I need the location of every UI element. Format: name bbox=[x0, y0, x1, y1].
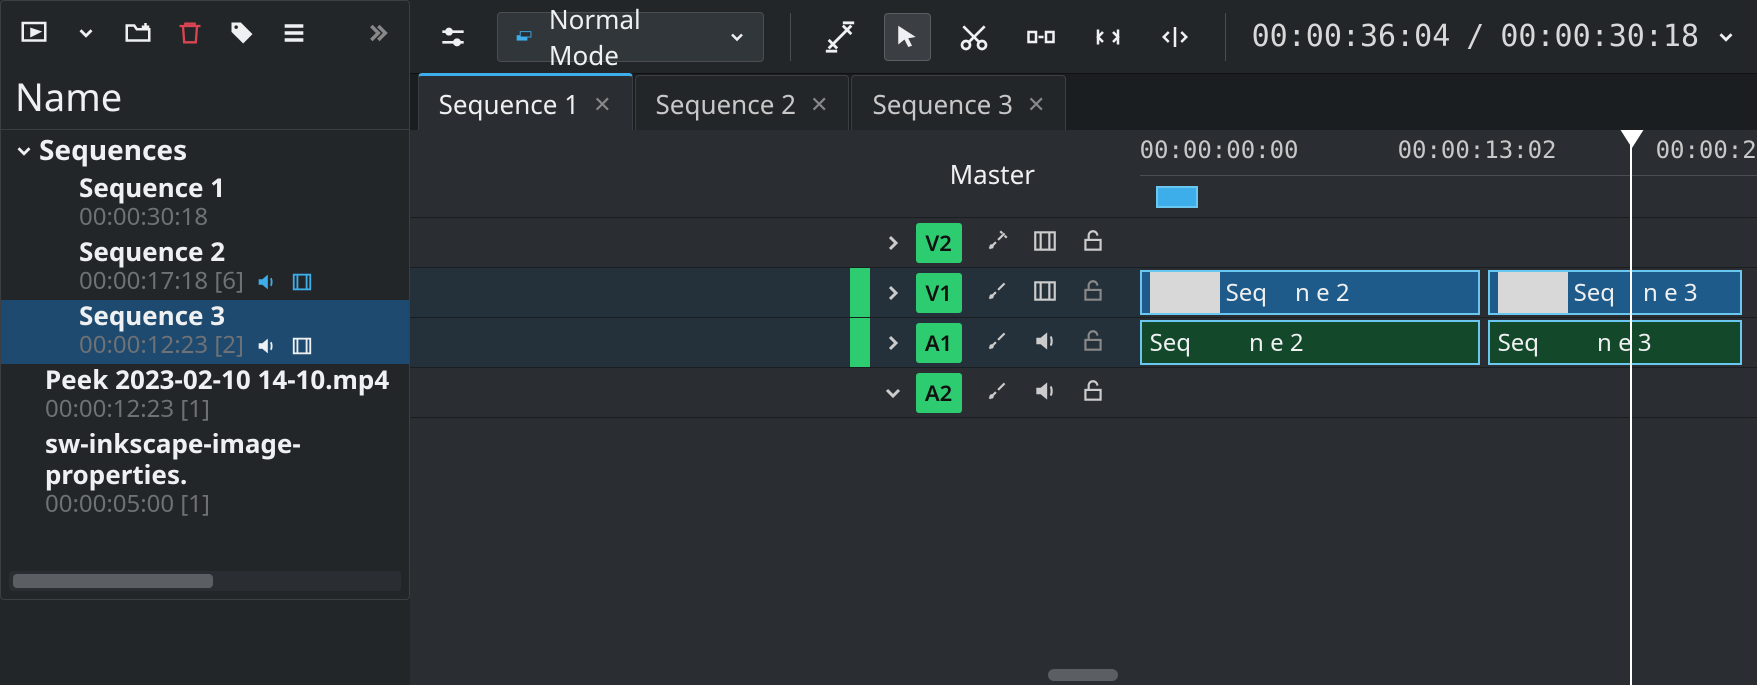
bin-item-sequence-1[interactable]: Sequence 1 00:00:30:18 bbox=[1, 172, 409, 236]
bin-item-inkscape[interactable]: sw-inkscape-image-properties. 00:00:05:0… bbox=[1, 428, 409, 523]
lock-icon[interactable] bbox=[1080, 278, 1110, 308]
track-a1-lane[interactable]: Seqn e 2 Seqn e 3 bbox=[1140, 318, 1757, 368]
bin-tree: Sequences Sequence 1 00:00:30:18 Sequenc… bbox=[1, 130, 409, 571]
track-header-a2[interactable]: A2 bbox=[410, 368, 1140, 418]
bin-horizontal-scrollbar[interactable] bbox=[9, 571, 401, 591]
video-icon bbox=[290, 271, 316, 291]
zone-marker[interactable] bbox=[1156, 186, 1198, 208]
effects-icon[interactable] bbox=[984, 328, 1014, 358]
effects-icon[interactable] bbox=[984, 228, 1014, 258]
audio-icon bbox=[254, 335, 280, 355]
expand-track-icon[interactable] bbox=[870, 331, 916, 355]
film-icon[interactable] bbox=[1032, 278, 1062, 308]
tab-sequence-2[interactable]: Sequence 2 ✕ bbox=[635, 75, 850, 130]
bin-item-sequence-3[interactable]: Sequence 3 00:00:12:23 [2] bbox=[1, 300, 409, 364]
bin-toolbar bbox=[1, 1, 409, 65]
folder-sequences[interactable]: Sequences bbox=[1, 134, 409, 172]
audio-icon bbox=[254, 271, 280, 291]
track-label[interactable]: A1 bbox=[916, 323, 962, 363]
track-label[interactable]: V1 bbox=[916, 273, 962, 313]
track-target-indicator[interactable] bbox=[850, 268, 870, 317]
track-compositing-icon[interactable] bbox=[817, 13, 864, 61]
tab-sequence-1[interactable]: Sequence 1 ✕ bbox=[418, 73, 633, 130]
collapse-track-icon[interactable] bbox=[870, 381, 916, 405]
close-icon[interactable]: ✕ bbox=[593, 89, 611, 119]
razor-tool-icon[interactable] bbox=[951, 13, 998, 61]
track-a2-lane[interactable] bbox=[1140, 368, 1757, 418]
timeline-tabs: Sequence 1 ✕ Sequence 2 ✕ Sequence 3 ✕ bbox=[410, 74, 1757, 130]
clip-seq-3-audio[interactable]: Seqn e 3 bbox=[1488, 320, 1742, 365]
separator bbox=[1225, 13, 1226, 61]
timeline-zone-bar[interactable] bbox=[1140, 176, 1757, 218]
track-headers: Master V2 V1 bbox=[410, 130, 1140, 685]
chevron-down-icon[interactable] bbox=[71, 18, 101, 48]
timeline-pane: Normal Mode 00:00:36:04 / 00:00:30:18 bbox=[410, 0, 1757, 685]
tag-icon[interactable] bbox=[227, 18, 257, 48]
slip-tool-icon[interactable] bbox=[1152, 13, 1199, 61]
speaker-icon[interactable] bbox=[1032, 378, 1062, 408]
folder-label: Sequences bbox=[39, 134, 187, 168]
chevron-down-icon[interactable] bbox=[1715, 26, 1737, 48]
film-icon[interactable] bbox=[1032, 228, 1062, 258]
spacer-tool-icon[interactable] bbox=[1018, 13, 1065, 61]
clip-monitor-icon[interactable] bbox=[19, 18, 49, 48]
timeline-canvas[interactable]: 00:00:00:00 00:00:13:02 00:00:26:0 00:00… bbox=[1140, 130, 1757, 685]
track-v2-lane[interactable] bbox=[1140, 218, 1757, 268]
clip-seq-2-audio[interactable]: Seqn e 2 bbox=[1140, 320, 1480, 365]
delete-icon[interactable] bbox=[175, 18, 205, 48]
timecode-position: 00:00:36:04 bbox=[1252, 19, 1451, 54]
tab-sequence-3[interactable]: Sequence 3 ✕ bbox=[851, 75, 1066, 130]
settings-sliders-icon[interactable] bbox=[430, 13, 477, 61]
ripple-tool-icon[interactable] bbox=[1085, 13, 1132, 61]
timeline-body: Master V2 V1 bbox=[410, 130, 1757, 685]
lock-icon[interactable] bbox=[1080, 328, 1110, 358]
track-label[interactable]: A2 bbox=[916, 373, 962, 413]
speaker-icon[interactable] bbox=[1032, 328, 1062, 358]
close-icon[interactable]: ✕ bbox=[1027, 89, 1045, 119]
effects-icon[interactable] bbox=[984, 278, 1014, 308]
timeline-toolbar: Normal Mode 00:00:36:04 / 00:00:30:18 bbox=[410, 0, 1757, 74]
add-folder-icon[interactable] bbox=[123, 18, 153, 48]
panel-resize-handle[interactable] bbox=[1048, 669, 1118, 681]
lock-icon[interactable] bbox=[1080, 228, 1110, 258]
clip-thumbnail bbox=[1150, 272, 1220, 313]
track-header-a1[interactable]: A1 bbox=[410, 318, 1140, 368]
hamburger-menu-icon[interactable] bbox=[279, 18, 309, 48]
project-bin: Name Sequences Sequence 1 00:00:30:18 Se… bbox=[0, 0, 410, 600]
master-track-header[interactable]: Master bbox=[410, 130, 1140, 218]
effects-icon[interactable] bbox=[984, 378, 1014, 408]
selection-tool[interactable] bbox=[884, 13, 931, 61]
track-header-v1[interactable]: V1 bbox=[410, 268, 1140, 318]
scrollbar-thumb[interactable] bbox=[13, 574, 213, 588]
close-icon[interactable]: ✕ bbox=[810, 89, 828, 119]
edit-mode-label: Normal Mode bbox=[549, 1, 713, 73]
bin-column-header[interactable]: Name bbox=[1, 65, 409, 130]
edit-mode-dropdown[interactable]: Normal Mode bbox=[497, 12, 764, 62]
track-header-v2[interactable]: V2 bbox=[410, 218, 1140, 268]
track-v1-lane[interactable]: Seqn e 2 Seqn e 3 bbox=[1140, 268, 1757, 318]
bin-item-peek-mp4[interactable]: Peek 2023-02-10 14-10.mp4 00:00:12:23 [1… bbox=[1, 364, 409, 428]
timecode-display[interactable]: 00:00:36:04 / 00:00:30:18 bbox=[1252, 19, 1737, 54]
timeline-ruler[interactable]: 00:00:00:00 00:00:13:02 00:00:26:0 00:00… bbox=[1140, 130, 1757, 176]
expand-track-icon[interactable] bbox=[870, 281, 916, 305]
clip-seq-2-video[interactable]: Seqn e 2 bbox=[1140, 270, 1480, 315]
playhead[interactable] bbox=[1630, 130, 1632, 685]
lock-icon[interactable] bbox=[1080, 378, 1110, 408]
clip-thumbnail bbox=[1498, 272, 1568, 313]
expand-track-icon[interactable] bbox=[870, 231, 916, 255]
clip-seq-3-video[interactable]: Seqn e 3 bbox=[1488, 270, 1742, 315]
timecode-duration: 00:00:30:18 bbox=[1500, 19, 1699, 54]
timecode-separator: / bbox=[1466, 19, 1484, 54]
video-icon bbox=[290, 335, 316, 355]
track-label[interactable]: V2 bbox=[916, 223, 962, 263]
separator bbox=[790, 13, 791, 61]
bin-item-sequence-2[interactable]: Sequence 2 00:00:17:18 [6] bbox=[1, 236, 409, 300]
chevron-down-icon bbox=[727, 27, 747, 47]
overflow-icon[interactable] bbox=[361, 18, 391, 48]
track-target-indicator[interactable] bbox=[850, 318, 870, 367]
